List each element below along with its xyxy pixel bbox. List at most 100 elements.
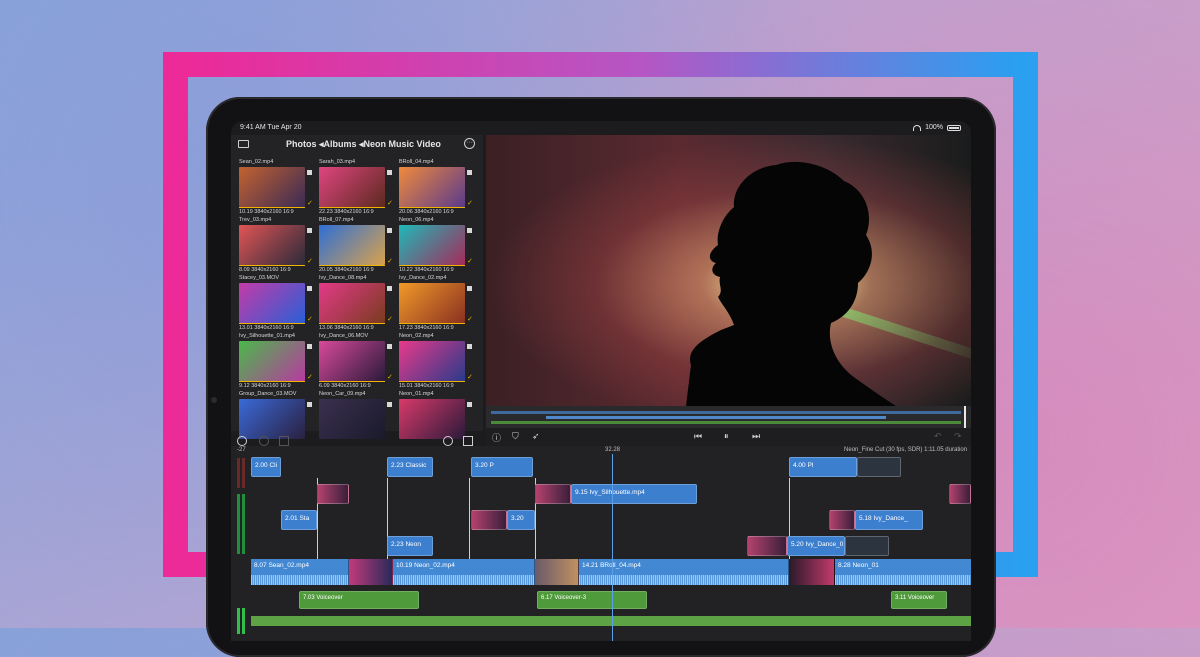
undo-icon[interactable]: ↶ bbox=[934, 431, 942, 442]
select-square-icon[interactable] bbox=[307, 228, 312, 233]
clip-meta: 6.09 3840x2160 16:9 bbox=[319, 383, 371, 389]
pause-icon[interactable]: ⏸ bbox=[724, 431, 729, 442]
clip-thumbnail[interactable] bbox=[949, 484, 971, 504]
timeline-playhead[interactable] bbox=[612, 454, 613, 641]
primary-clip[interactable]: 10.19 Neon_02.mp4 bbox=[393, 559, 535, 585]
clip-thumbnail[interactable] bbox=[471, 510, 507, 530]
effects-icon[interactable]: ➶ bbox=[532, 431, 540, 442]
used-range-bar bbox=[319, 381, 385, 382]
used-range-bar bbox=[319, 323, 385, 324]
mini-lane bbox=[491, 411, 961, 414]
primary-clip[interactable]: 8.28 Neon_01 bbox=[835, 559, 971, 585]
select-square-icon[interactable] bbox=[467, 170, 472, 175]
skip-back-icon[interactable]: ⏮ bbox=[694, 431, 702, 442]
favorite-icon[interactable] bbox=[259, 436, 269, 446]
clip-thumbnail[interactable] bbox=[829, 510, 855, 530]
connected-clip[interactable]: 2.01 Sta bbox=[281, 510, 317, 530]
browser-clip[interactable]: Ivy_Dance_06.MOV 6.09 3840x2160 16:9 ✓ bbox=[317, 333, 394, 390]
mini-playhead[interactable] bbox=[964, 406, 966, 428]
timeline[interactable]: -27 32.28 Neon_Fine Cut (30 fps, SDR) 1:… bbox=[231, 446, 971, 641]
connected-clip[interactable]: 2.23 Neon bbox=[387, 536, 433, 556]
select-square-icon[interactable] bbox=[387, 402, 392, 407]
connected-clip[interactable]: 9.15 Ivy_Silhouette.mp4 bbox=[571, 484, 697, 504]
select-square-icon[interactable] bbox=[387, 228, 392, 233]
clip-thumbnail[interactable] bbox=[535, 484, 571, 504]
browser-clip[interactable]: Neon_02.mp4 15.01 3840x2160 16:9 ✓ bbox=[397, 333, 474, 390]
browser-clip[interactable]: BRoll_07.mp4 20.05 3840x2160 16:9 ✓ bbox=[317, 217, 394, 274]
browser-clip[interactable]: Ivy_Silhouette_01.mp4 9.12 3840x2160 16:9… bbox=[237, 333, 314, 390]
audio-lane[interactable] bbox=[251, 616, 971, 626]
mini-lane bbox=[491, 421, 961, 424]
browser-clip[interactable]: Neon_06.mp4 10.22 3840x2160 16:9 ✓ bbox=[397, 217, 474, 274]
select-square-icon[interactable] bbox=[387, 344, 392, 349]
video-viewer[interactable] bbox=[486, 135, 971, 406]
primary-clip[interactable]: 8.07 Sean_02.mp4 bbox=[251, 559, 349, 585]
checkmark-icon: ✓ bbox=[307, 374, 313, 381]
primary-storyline[interactable]: 8.07 Sean_02.mp4 10.19 Neon_02.mp4 14.21… bbox=[251, 559, 971, 585]
select-square-icon[interactable] bbox=[307, 344, 312, 349]
placeholder-clip[interactable] bbox=[845, 536, 889, 556]
select-square-icon[interactable] bbox=[387, 170, 392, 175]
used-range-bar bbox=[319, 207, 385, 208]
connected-clip[interactable]: 2.23 Classic bbox=[387, 457, 433, 477]
wifi-icon bbox=[913, 124, 922, 131]
select-square-icon[interactable] bbox=[307, 402, 312, 407]
media-browser: Photos ◂Albums ◂Neon Music Video ··· Sea… bbox=[231, 135, 483, 446]
voiceover-clip[interactable]: 6.17 Voiceover-3 bbox=[537, 591, 647, 609]
clip-thumbnail[interactable] bbox=[747, 536, 787, 556]
used-range-bar bbox=[239, 323, 305, 324]
clip-thumbnail[interactable] bbox=[317, 484, 349, 504]
select-square-icon[interactable] bbox=[467, 286, 472, 291]
folder-icon[interactable] bbox=[238, 140, 249, 148]
clip-name: Neon_02.mp4 bbox=[399, 333, 434, 339]
clip-thumbnail bbox=[319, 341, 385, 381]
delete-icon[interactable] bbox=[279, 436, 289, 446]
browser-clip[interactable]: Sarah_03.mp4 22.23 3840x2160 16:9 ✓ bbox=[317, 159, 394, 216]
connected-clip[interactable]: 5.18 Ivy_Dance_ bbox=[855, 510, 923, 530]
connected-clip[interactable]: 3.20 bbox=[507, 510, 535, 530]
select-check-icon[interactable] bbox=[237, 436, 247, 446]
used-range-bar bbox=[399, 323, 465, 324]
checkmark-icon: ✓ bbox=[387, 374, 393, 381]
info-icon[interactable]: ⓘ bbox=[492, 431, 501, 444]
primary-clip-thumbnail[interactable] bbox=[789, 559, 835, 585]
browser-clip[interactable]: Ivy_Dance_08.mp4 13.06 3840x2160 16:9 ✓ bbox=[317, 275, 394, 332]
connected-clip[interactable]: 2.00 Cli bbox=[251, 457, 281, 477]
voiceover-clip[interactable]: 3.11 Voiceover bbox=[891, 591, 947, 609]
browser-clip[interactable]: Sean_02.mp4 10.19 3840x2160 16:9 ✓ bbox=[237, 159, 314, 216]
connected-clip[interactable]: 4.00 Pl bbox=[789, 457, 857, 477]
placeholder-clip[interactable] bbox=[857, 457, 901, 477]
select-square-icon[interactable] bbox=[467, 344, 472, 349]
sort-icon[interactable] bbox=[463, 436, 473, 446]
select-square-icon[interactable] bbox=[387, 286, 392, 291]
browser-clip[interactable]: Stacey_03.MOV 13.01 3840x2160 16:9 ✓ bbox=[237, 275, 314, 332]
skip-forward-icon[interactable]: ⏭ bbox=[752, 431, 760, 442]
primary-clip-thumbnail[interactable] bbox=[535, 559, 579, 585]
primary-clip-thumbnail[interactable] bbox=[349, 559, 393, 585]
select-square-icon[interactable] bbox=[307, 170, 312, 175]
breadcrumb[interactable]: Photos ◂Albums ◂Neon Music Video bbox=[286, 139, 441, 150]
shield-icon[interactable]: ⛉ bbox=[512, 431, 519, 442]
select-square-icon[interactable] bbox=[467, 402, 472, 407]
browser-clip[interactable]: BRoll_04.mp4 20.06 3840x2160 16:9 ✓ bbox=[397, 159, 474, 216]
used-range-bar bbox=[399, 207, 465, 208]
clip-meta: 20.06 3840x2160 16:9 bbox=[399, 209, 454, 215]
select-square-icon[interactable] bbox=[467, 228, 472, 233]
browser-clip[interactable]: Ivy_Dance_02.mp4 17.23 3840x2160 16:9 ✓ bbox=[397, 275, 474, 332]
audio-waveform bbox=[835, 575, 971, 585]
clip-name: Ivy_Dance_08.mp4 bbox=[319, 275, 367, 281]
browser-clip[interactable]: Trev_03.mp4 8.09 3840x2160 16:9 ✓ bbox=[237, 217, 314, 274]
voiceover-clip[interactable]: 7.03 Voiceover bbox=[299, 591, 419, 609]
redo-icon[interactable]: ↷ bbox=[954, 431, 962, 442]
audio-meters bbox=[237, 458, 247, 638]
connected-clip[interactable]: 3.20 P bbox=[471, 457, 533, 477]
mini-timeline[interactable] bbox=[486, 406, 971, 428]
clip-name: Sarah_03.mp4 bbox=[319, 159, 356, 165]
select-square-icon[interactable] bbox=[307, 286, 312, 291]
search-icon[interactable] bbox=[443, 436, 453, 446]
clip-thumbnail bbox=[399, 225, 465, 265]
clip-name: Ivy_Silhouette_01.mp4 bbox=[239, 333, 295, 339]
more-options-icon[interactable]: ··· bbox=[464, 138, 475, 149]
connected-clip[interactable]: 5.20 Ivy_Dance_0 bbox=[787, 536, 845, 556]
primary-clip[interactable]: 14.21 BRoll_04.mp4 bbox=[579, 559, 789, 585]
